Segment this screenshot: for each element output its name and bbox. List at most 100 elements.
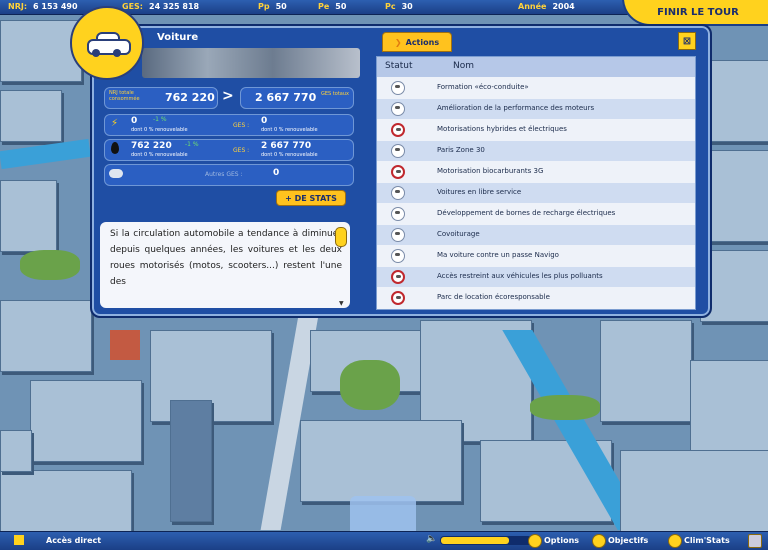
action-row[interactable]: Motorisations hybrides et électriques <box>377 120 695 140</box>
volume-slider-fill <box>441 537 509 544</box>
electricity-row: ⚡ 0 -1 % dont 0 % renouvelable GES : 0 d… <box>104 114 354 136</box>
action-row[interactable]: Formation «éco-conduite» <box>377 78 695 98</box>
available-status-icon <box>391 207 405 221</box>
oil-drop-icon <box>111 142 119 154</box>
action-row[interactable]: Amélioration de la performance des moteu… <box>377 99 695 119</box>
action-name: Motorisation biocarburants 3G <box>437 167 544 175</box>
blocked-status-icon <box>391 291 405 305</box>
car-icon <box>87 31 131 57</box>
oil-row: 762 220 -1 % dont 0 % renouvelable GES :… <box>104 139 354 161</box>
action-row[interactable]: Parc de location écoresponsable <box>377 288 695 308</box>
climstats-icon <box>668 534 682 548</box>
chevron-icon: ❯ <box>394 37 402 47</box>
nrj-total-value: 762 220 <box>165 91 215 104</box>
tab-actions[interactable]: ❯ Actions <box>382 32 452 52</box>
nrj-stat: NRJ: 6 153 490 <box>8 2 78 11</box>
action-rows: Formation «éco-conduite» Amélioration de … <box>377 78 695 309</box>
fullscreen-icon[interactable] <box>748 534 762 548</box>
direct-access-link[interactable]: Accès direct <box>46 536 101 545</box>
action-name: Amélioration de la performance des moteu… <box>437 104 595 112</box>
available-status-icon <box>391 228 405 242</box>
col-name: Nom <box>453 61 475 71</box>
ges-total-label: GES totaux <box>321 91 349 97</box>
action-name: Formation «éco-conduite» <box>437 83 529 91</box>
car-badge <box>70 6 144 80</box>
pe-stat: Pe 50 <box>318 2 347 11</box>
elec-ges-value: 0 <box>261 116 268 126</box>
options-button[interactable]: Options <box>544 536 579 545</box>
ges-total-value: 2 667 770 <box>255 91 317 104</box>
col-status: Statut <box>385 61 413 71</box>
blocked-status-icon <box>391 270 405 284</box>
year-stat: Année 2004 <box>518 2 575 11</box>
close-button[interactable]: ⊠ <box>678 32 696 50</box>
oil-ges-value: 2 667 770 <box>261 141 312 151</box>
up-arrow-icon[interactable] <box>14 535 24 545</box>
elec-renew: dont 0 % renouvelable <box>131 127 188 133</box>
action-row[interactable]: Covoiturage <box>377 225 695 245</box>
oil-ges-label: GES : <box>233 147 250 154</box>
lightbulb-icon <box>335 227 347 247</box>
tab-actions-label: Actions <box>405 37 440 47</box>
options-icon <box>528 534 542 548</box>
actions-header: Statut Nom <box>377 57 695 77</box>
pc-stat: Pc 30 <box>385 2 413 11</box>
scroll-down-icon[interactable]: ▼ <box>339 300 344 307</box>
objectives-button[interactable]: Objectifs <box>608 536 648 545</box>
action-row[interactable]: Accès restreint aux véhicules les plus p… <box>377 267 695 287</box>
ges-total-box: 2 667 770 GES totaux <box>240 87 354 109</box>
action-name: Paris Zone 30 <box>437 146 485 154</box>
traffic-photo <box>142 48 360 78</box>
more-stats-button[interactable]: + de Stats <box>276 190 346 206</box>
action-name: Motorisations hybrides et électriques <box>437 125 567 133</box>
elec-value: 0 <box>131 116 138 126</box>
action-row[interactable]: Développement de bornes de recharge élec… <box>377 204 695 224</box>
action-name: Covoiturage <box>437 230 480 238</box>
ges-stat: GES: 24 325 818 <box>122 2 200 11</box>
finish-turn-button[interactable]: Finir le tour <box>622 0 768 26</box>
arrow-icon: > <box>222 88 234 104</box>
climstats-button[interactable]: Clim'Stats <box>684 536 730 545</box>
oil-change: -1 % <box>185 141 199 148</box>
elec-change: -1 % <box>153 116 167 123</box>
action-name: Accès restreint aux véhicules les plus p… <box>437 272 603 280</box>
sector-title: Voiture <box>157 32 199 43</box>
sector-description[interactable]: Si la circulation automobile a tendance … <box>100 222 350 308</box>
available-status-icon <box>391 249 405 263</box>
pp-stat: Pp 50 <box>258 2 287 11</box>
other-ges-row: Autres GES : 0 <box>104 164 354 186</box>
description-text: Si la circulation automobile a tendance … <box>110 229 342 287</box>
action-row[interactable]: Motorisation biocarburants 3G <box>377 162 695 182</box>
action-name: Parc de location écoresponsable <box>437 293 550 301</box>
available-status-icon <box>391 186 405 200</box>
close-icon: ⊠ <box>682 35 692 47</box>
action-row[interactable]: Ma voiture contre un passe Navigo <box>377 246 695 266</box>
volume-icon: 🔈 <box>426 534 438 544</box>
action-row[interactable]: Voitures en libre service <box>377 183 695 203</box>
bottom-bar: Accès direct 🔈 Options Objectifs Clim'St… <box>0 531 768 550</box>
cloud-icon <box>109 169 123 178</box>
nrj-total-box: NRJ totale consommée 762 220 <box>104 87 218 109</box>
nrj-total-label: NRJ totale consommée <box>109 90 140 102</box>
elec-ges-renew: dont 0 % renouvelable <box>261 127 318 133</box>
blocked-status-icon <box>391 123 405 137</box>
available-status-icon <box>391 144 405 158</box>
action-name: Ma voiture contre un passe Navigo <box>437 251 559 259</box>
available-status-icon <box>391 81 405 95</box>
finish-turn-label: Finir le tour <box>657 6 739 18</box>
action-row[interactable]: Paris Zone 30 <box>377 141 695 161</box>
oil-value: 762 220 <box>131 141 172 151</box>
other-ges-label: Autres GES : <box>205 171 243 178</box>
blocked-status-icon <box>391 165 405 179</box>
oil-ges-renew: dont 0 % renouvelable <box>261 152 318 158</box>
objectives-icon <box>592 534 606 548</box>
actions-list: Statut Nom Formation «éco-conduite» Améli… <box>376 56 696 310</box>
action-name: Voitures en libre service <box>437 188 522 196</box>
oil-renew: dont 0 % renouvelable <box>131 152 188 158</box>
volume-slider[interactable] <box>440 536 532 545</box>
available-status-icon <box>391 102 405 116</box>
elec-ges-label: GES : <box>233 122 250 129</box>
action-name: Développement de bornes de recharge élec… <box>437 209 616 217</box>
other-ges-value: 0 <box>273 168 280 178</box>
more-stats-label: + de Stats <box>285 193 337 203</box>
